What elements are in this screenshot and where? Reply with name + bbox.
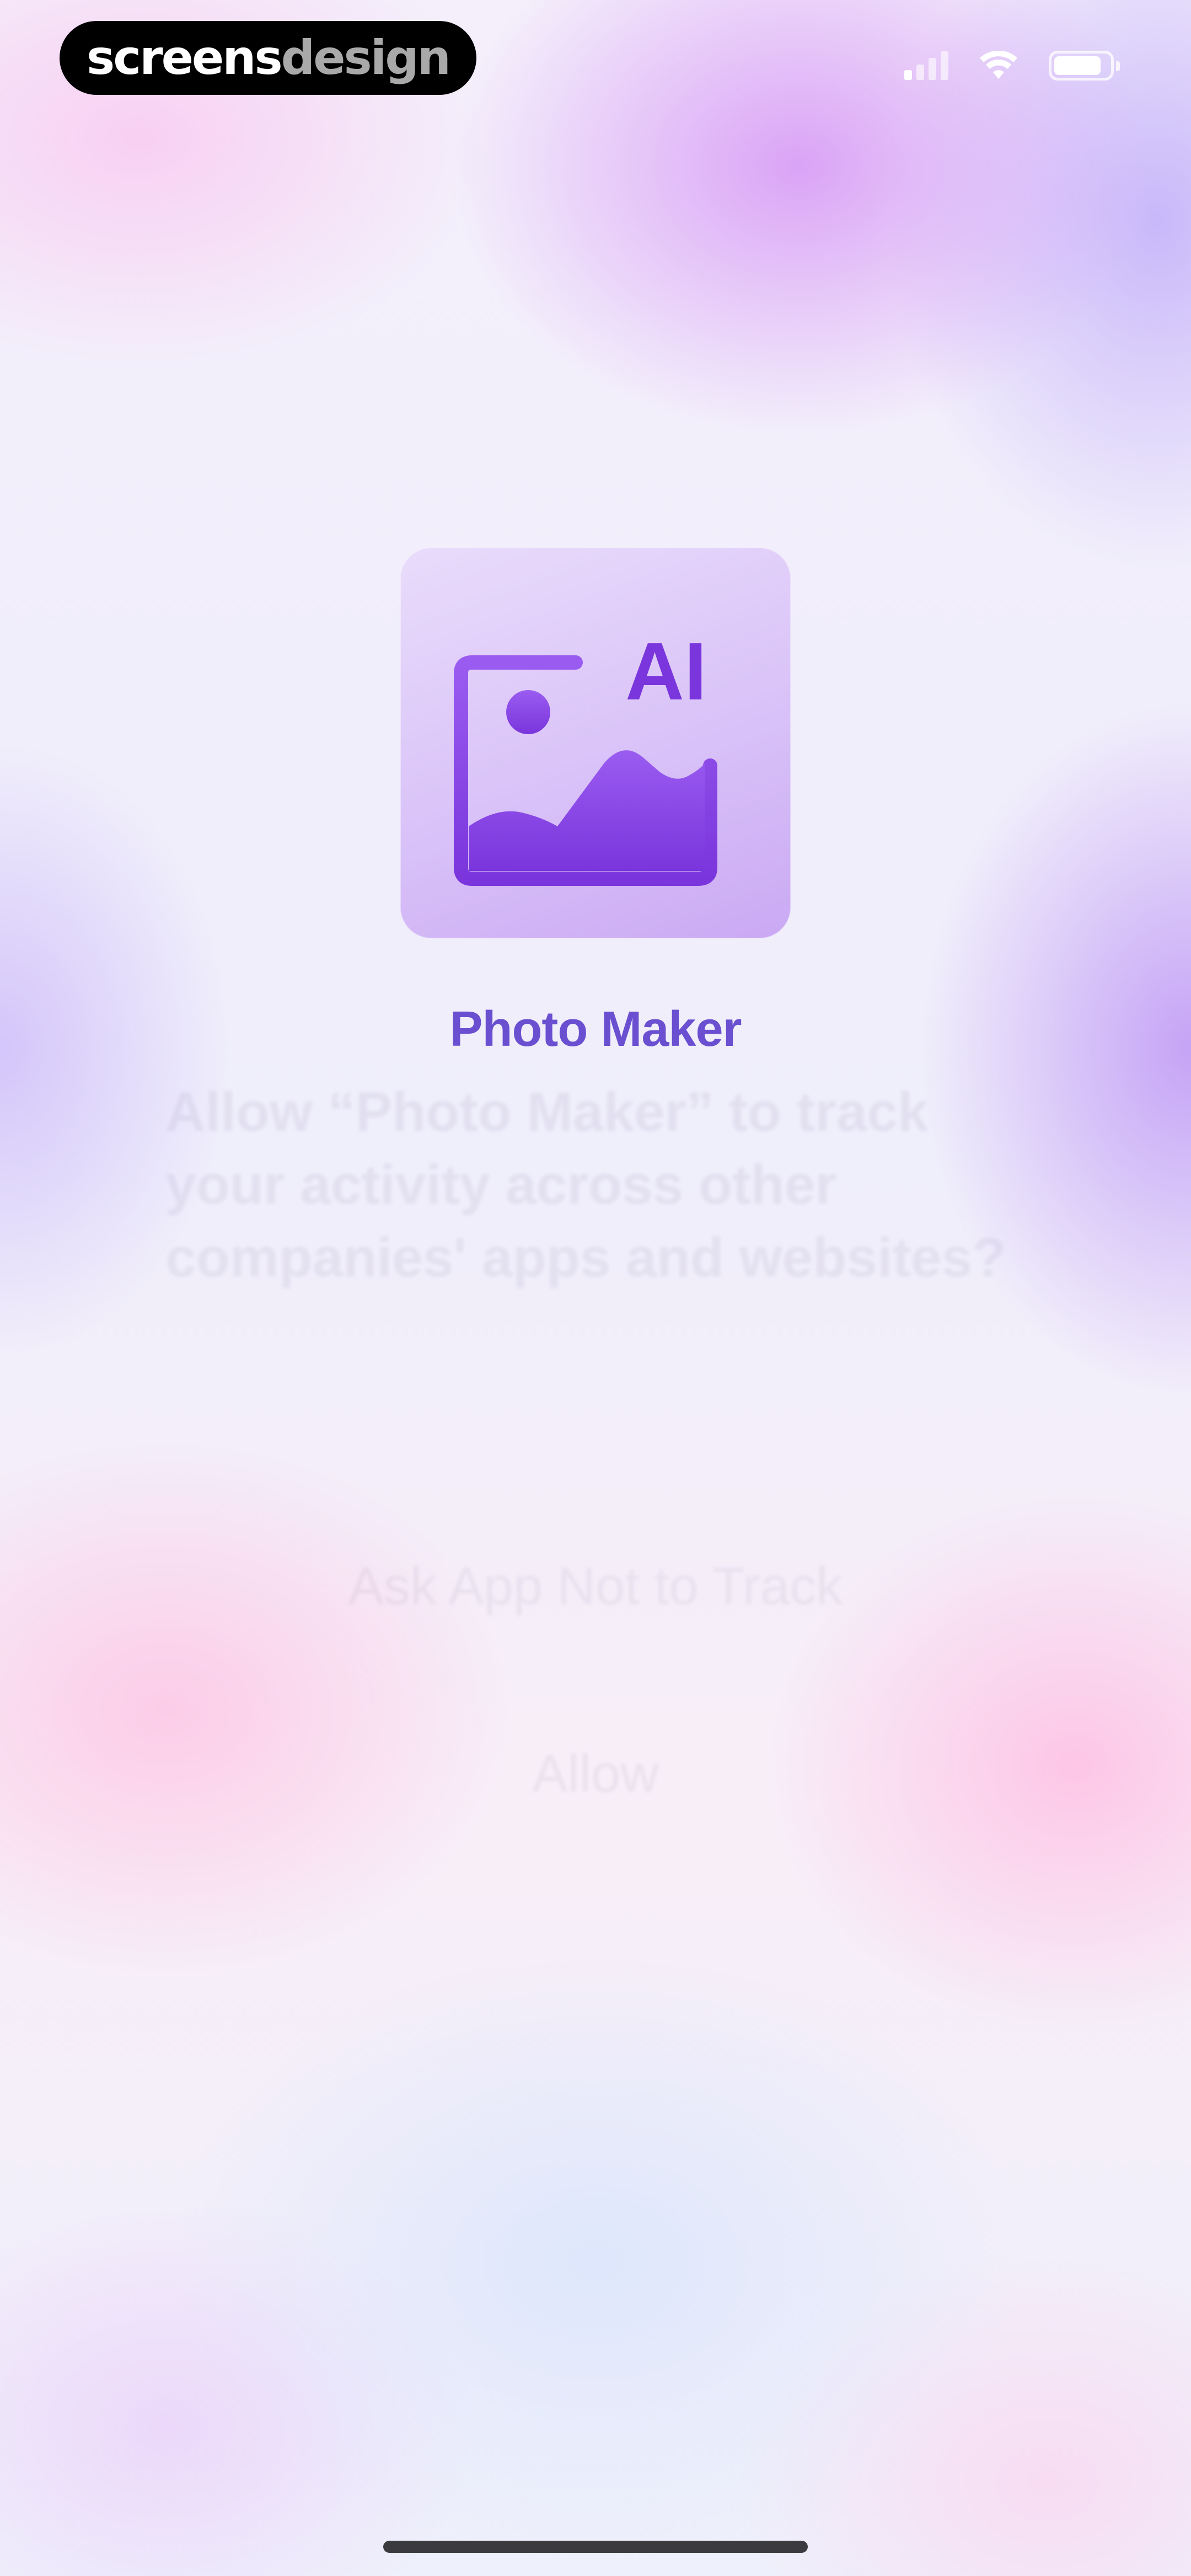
home-indicator[interactable]	[383, 2541, 808, 2553]
background-gradient	[0, 0, 1191, 2576]
status-bar	[904, 51, 1120, 81]
battery-icon	[1049, 51, 1120, 81]
app-name: Photo Maker	[449, 1002, 742, 1057]
ai-photo-icon: AI	[400, 548, 791, 938]
cellular-signal-icon	[904, 51, 948, 80]
watermark-part-2: design	[281, 30, 451, 85]
screensdesign-watermark: screens design	[60, 21, 476, 95]
watermark-part-1: screens	[87, 30, 283, 85]
wifi-icon	[980, 51, 1017, 79]
icon-badge-text: AI	[625, 626, 707, 717]
